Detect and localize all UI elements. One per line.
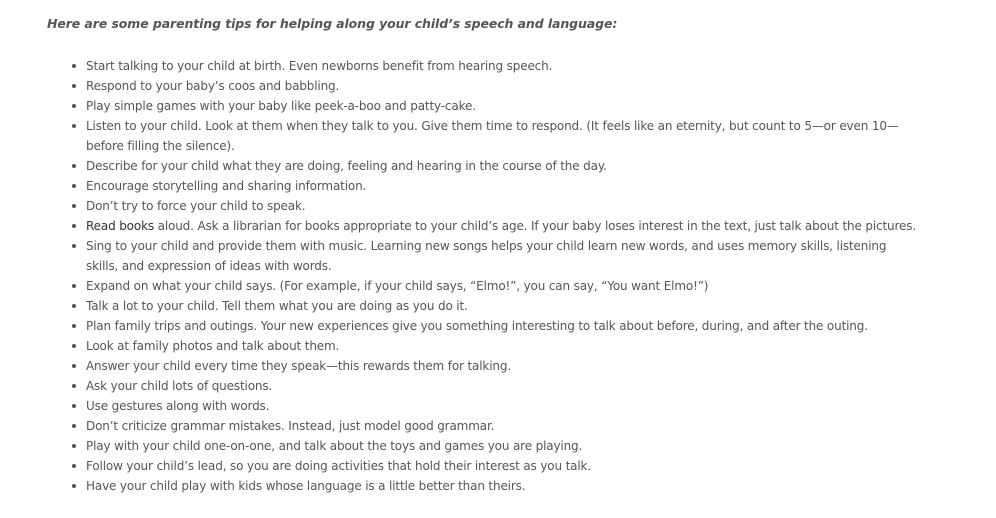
list-item: Don’t try to force your child to speak. bbox=[72, 196, 916, 216]
read-books-link[interactable]: Read books bbox=[86, 219, 154, 233]
list-item: Respond to your baby’s coos and babbling… bbox=[72, 76, 916, 96]
list-item: Talk a lot to your child. Tell them what… bbox=[72, 296, 916, 316]
list-item: Describe for your child what they are do… bbox=[72, 156, 916, 176]
list-item: Start talking to your child at birth. Ev… bbox=[72, 56, 916, 76]
list-item-text: aloud. Ask a librarian for books appropr… bbox=[153, 219, 917, 233]
list-item: Look at family photos and talk about the… bbox=[72, 336, 916, 356]
list-item: Encourage storytelling and sharing infor… bbox=[72, 176, 916, 196]
list-item: Ask your child lots of questions. bbox=[72, 376, 916, 396]
tips-list: Start talking to your child at birth. Ev… bbox=[68, 56, 916, 496]
list-item: Don’t criticize grammar mistakes. Instea… bbox=[72, 416, 916, 436]
list-item: Use gestures along with words. bbox=[72, 396, 916, 416]
list-item: Answer your child every time they speak—… bbox=[72, 356, 916, 376]
list-item: Plan family trips and outings. Your new … bbox=[72, 316, 916, 336]
tips-intro: Here are some parenting tips for helping… bbox=[47, 16, 618, 31]
list-item: Listen to your child. Look at them when … bbox=[72, 116, 916, 156]
list-item: Play with your child one-on-one, and tal… bbox=[72, 436, 916, 456]
list-item: Read books aloud. Ask a librarian for bo… bbox=[72, 216, 917, 236]
list-item: Sing to your child and provide them with… bbox=[72, 236, 916, 276]
list-item: Follow your child’s lead, so you are doi… bbox=[72, 456, 916, 476]
list-item: Expand on what your child says. (For exa… bbox=[72, 276, 916, 296]
list-item: Have your child play with kids whose lan… bbox=[72, 476, 916, 496]
list-item: Play simple games with your baby like pe… bbox=[72, 96, 916, 116]
